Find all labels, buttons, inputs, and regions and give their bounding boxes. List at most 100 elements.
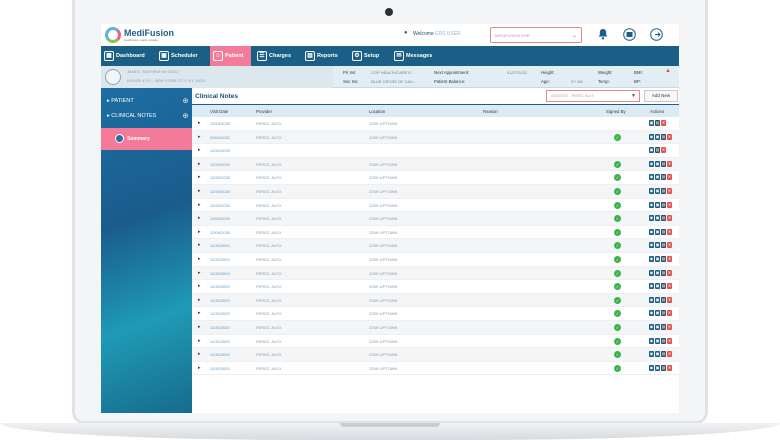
sidebar-item-summary[interactable]: Summary bbox=[101, 128, 192, 150]
expand-icon[interactable]: ⨁ bbox=[183, 113, 188, 119]
sidebar-item-clinical-notes[interactable]: ▸ CLINICAL NOTES bbox=[107, 113, 156, 119]
trash-icon[interactable]: ✕ bbox=[667, 255, 672, 262]
visit-date-link[interactable]: 11/30/2020 bbox=[210, 311, 230, 316]
eye-icon[interactable]: ◉ bbox=[649, 187, 654, 194]
eye-icon[interactable]: ◉ bbox=[649, 323, 654, 330]
eye-icon[interactable]: ◉ bbox=[649, 364, 654, 371]
eye-icon[interactable]: ◉ bbox=[649, 228, 654, 235]
folder-icon[interactable]: ▣ bbox=[655, 337, 660, 344]
print-icon[interactable]: ▤ bbox=[655, 147, 660, 154]
visit-date-link[interactable]: 11/30/2020 bbox=[210, 339, 230, 344]
print-icon[interactable]: ▤ bbox=[661, 364, 666, 371]
column-header-visit-date[interactable]: Visit Date bbox=[210, 109, 228, 114]
trash-icon[interactable]: ✕ bbox=[667, 187, 672, 194]
add-new-button[interactable]: Add New bbox=[644, 90, 678, 102]
sidebar-item-patient[interactable]: ▸ PATIENT bbox=[107, 98, 134, 104]
table-row[interactable]: ▸ 11/30/2020 PEREZ, ALEX 225H UPTOWN ✓ ◉ ▣ ▤ ✕ bbox=[192, 335, 679, 349]
expand-row-icon[interactable]: ▸ bbox=[198, 174, 201, 180]
expand-row-icon[interactable]: ▸ bbox=[198, 324, 201, 330]
folder-icon[interactable]: ▣ bbox=[655, 323, 660, 330]
table-row[interactable]: ▸ 12/04/2020 PEREZ, ALEX 225H UPTOWN ✓ ◉ ▣ ▤ ✕ bbox=[192, 226, 679, 240]
folder-icon[interactable]: ▣ bbox=[649, 147, 654, 154]
trash-icon[interactable]: ✕ bbox=[667, 174, 672, 181]
visit-date-link[interactable]: 11/30/2020 bbox=[210, 284, 230, 289]
expand-row-icon[interactable]: ▸ bbox=[198, 365, 201, 371]
trash-icon[interactable]: ✕ bbox=[667, 323, 672, 330]
eye-icon[interactable]: ◉ bbox=[649, 269, 654, 276]
expand-row-icon[interactable]: ▸ bbox=[198, 256, 201, 262]
table-row[interactable]: ▸ 11/30/2020 PEREZ, ALEX 225H UPTOWN ✓ ◉ ▣ ▤ ✕ bbox=[192, 266, 679, 281]
expand-row-icon[interactable]: ▸ bbox=[198, 229, 201, 235]
trash-icon[interactable]: ✕ bbox=[667, 364, 672, 371]
print-icon[interactable]: ▤ bbox=[661, 255, 666, 262]
expand-row-icon[interactable]: ▸ bbox=[198, 242, 201, 248]
trash-icon[interactable]: ✕ bbox=[667, 310, 672, 317]
print-icon[interactable]: ▤ bbox=[661, 269, 666, 276]
table-row[interactable]: ▸ 11/30/2020 PEREZ, ALEX 225H UPTOWN ✓ ◉ ▣ ▤ ✕ bbox=[192, 293, 679, 308]
trash-icon[interactable]: ✕ bbox=[667, 337, 672, 344]
table-row[interactable]: ▸ 11/30/2020 PEREZ, ALEX 225H UPTOWN ✓ ◉ ▣ ▤ ✕ bbox=[192, 307, 679, 321]
column-header-provider[interactable]: Provider bbox=[256, 109, 272, 114]
print-icon[interactable]: ▤ bbox=[661, 160, 666, 167]
folder-icon[interactable]: ▣ bbox=[655, 215, 660, 222]
trash-icon[interactable]: ✕ bbox=[667, 351, 672, 358]
visit-date-link[interactable]: 12/04/2020 bbox=[210, 230, 230, 235]
table-row[interactable]: ▸ 03/04/2021 PEREZ, ALEX 225H UPTOWN ✓ ◉ ▣ ▤ ✕ bbox=[192, 130, 679, 145]
folder-icon[interactable]: ▣ bbox=[655, 283, 660, 290]
table-row[interactable]: ▸ 11/30/2020 PEREZ, ALEX 225H UPTOWN ✓ ◉ ▣ ▤ ✕ bbox=[192, 239, 679, 253]
trash-icon[interactable]: ✕ bbox=[667, 133, 672, 140]
trash-icon[interactable]: ✕ bbox=[667, 242, 672, 249]
expand-row-icon[interactable]: ▸ bbox=[198, 147, 201, 153]
eye-icon[interactable]: ◉ bbox=[649, 255, 654, 262]
print-icon[interactable]: ▤ bbox=[661, 323, 666, 330]
folder-icon[interactable]: ▣ bbox=[655, 160, 660, 167]
folder-icon[interactable]: ▣ bbox=[655, 269, 660, 276]
trash-icon[interactable]: ✕ bbox=[667, 283, 672, 290]
eye-icon[interactable]: ◉ bbox=[649, 310, 654, 317]
folder-icon[interactable]: ▣ bbox=[655, 364, 660, 371]
trash-icon[interactable]: ✕ bbox=[667, 160, 672, 167]
nav-reports[interactable]: ▤ Reports bbox=[302, 46, 346, 66]
folder-icon[interactable]: ▣ bbox=[655, 310, 660, 317]
print-icon[interactable]: ▤ bbox=[661, 310, 666, 317]
print-icon[interactable]: ▤ bbox=[661, 174, 666, 181]
print-icon[interactable]: ▤ bbox=[661, 283, 666, 290]
expand-row-icon[interactable]: ▸ bbox=[198, 134, 201, 140]
folder-icon[interactable]: ▣ bbox=[649, 120, 654, 126]
print-icon[interactable]: ▤ bbox=[661, 133, 666, 140]
trash-icon[interactable]: ✕ bbox=[667, 228, 672, 235]
table-row[interactable]: ▸ 12/30/2020 PEREZ, ALEX 225H UPTOWN ✓ ◉ ▣ ▤ ✕ bbox=[192, 157, 679, 172]
table-row[interactable]: ▸ 12/30/2020 PEREZ, ALEX 225H UPTOWN ✓ ◉ ▣ ▤ ✕ bbox=[192, 199, 679, 213]
eye-icon[interactable]: ◉ bbox=[649, 296, 654, 303]
table-row[interactable]: ▸ 12/04/2020 PEREZ, ALEX 225H UPTOWN ✓ ◉ ▣ ▤ ✕ bbox=[192, 212, 679, 226]
expand-row-icon[interactable]: ▸ bbox=[198, 161, 201, 167]
logo[interactable]: MediFusion healthcare made simple bbox=[105, 27, 174, 43]
folder-icon[interactable]: ▣ bbox=[655, 242, 660, 249]
folder-icon[interactable]: ▣ bbox=[655, 228, 660, 235]
expand-row-icon[interactable]: ▸ bbox=[198, 310, 201, 316]
eye-icon[interactable]: ◉ bbox=[649, 215, 654, 222]
expand-row-icon[interactable]: ▸ bbox=[198, 202, 201, 208]
eye-icon[interactable]: ◉ bbox=[649, 174, 654, 181]
visit-date-link[interactable]: 11/30/2020 bbox=[210, 298, 230, 303]
visit-date-link[interactable]: 11/30/2020 bbox=[210, 352, 230, 357]
nav-setup[interactable]: ⚙ Setup bbox=[349, 46, 389, 66]
nav-patient[interactable]: ☺ Patient bbox=[210, 46, 251, 66]
print-icon[interactable]: ▤ bbox=[661, 201, 666, 208]
expand-row-icon[interactable]: ▸ bbox=[198, 338, 201, 344]
expand-row-icon[interactable]: ▸ bbox=[198, 120, 201, 126]
trash-icon[interactable]: ✕ bbox=[667, 201, 672, 208]
expand-row-icon[interactable]: ▸ bbox=[198, 215, 201, 221]
bell-icon[interactable] bbox=[596, 28, 610, 42]
eye-icon[interactable]: ◉ bbox=[649, 283, 654, 290]
visit-date-link[interactable]: 12/31/2020 bbox=[210, 148, 230, 153]
print-icon[interactable]: ▤ bbox=[661, 337, 666, 344]
note-filter-select[interactable]: 03/03/2021 - PEREZ, ALEX ▼ bbox=[546, 90, 640, 102]
folder-icon[interactable]: ▣ bbox=[655, 133, 660, 140]
expand-row-icon[interactable]: ▸ bbox=[198, 351, 201, 357]
print-icon[interactable]: ▤ bbox=[661, 228, 666, 235]
trash-icon[interactable]: ✕ bbox=[667, 215, 672, 222]
trash-icon[interactable]: ✕ bbox=[667, 296, 672, 303]
alert-icon[interactable]: ▲ bbox=[665, 68, 671, 74]
folder-icon[interactable]: ▣ bbox=[655, 351, 660, 358]
